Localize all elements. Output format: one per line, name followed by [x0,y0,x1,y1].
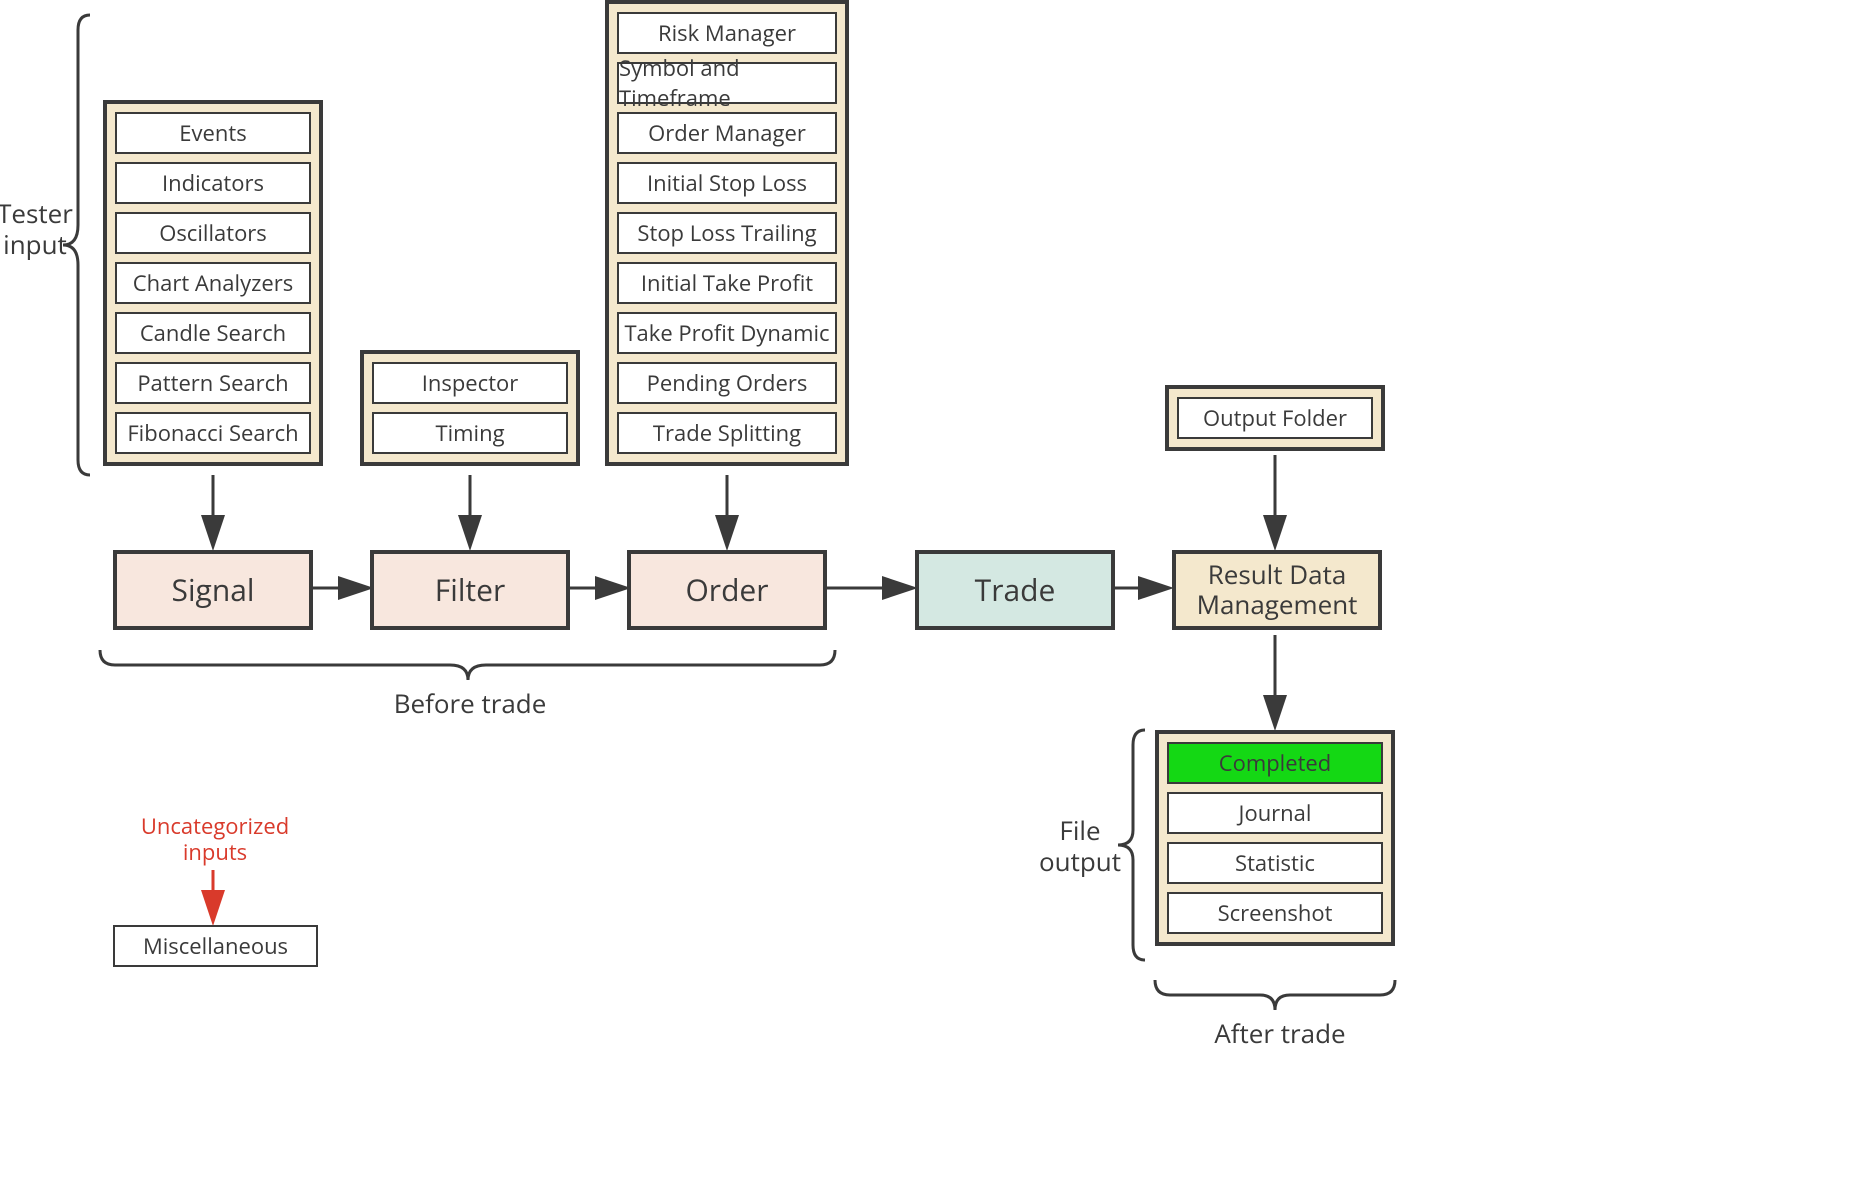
trade-node: Trade [915,550,1115,630]
signal-item: Fibonacci Search [115,412,311,454]
signal-item: Oscillators [115,212,311,254]
order-item: Risk Manager [617,12,837,54]
filter-item: Inspector [372,362,568,404]
order-item: Symbol and Timeframe [617,62,837,104]
signal-item: Pattern Search [115,362,311,404]
file-output-item: Statistic [1167,842,1383,884]
file-output-item: Journal [1167,792,1383,834]
uncategorized-inputs-label: Uncategorized inputs [125,813,305,866]
result-input-group: Output Folder [1165,385,1385,451]
order-item: Initial Stop Loss [617,162,837,204]
filter-node: Filter [370,550,570,630]
result-input-item: Output Folder [1177,397,1373,439]
miscellaneous-box: Miscellaneous [113,925,318,967]
signal-node: Signal [113,550,313,630]
file-output-item: Screenshot [1167,892,1383,934]
filter-item: Timing [372,412,568,454]
signal-item: Events [115,112,311,154]
order-item: Order Manager [617,112,837,154]
tester-input-label: Tester input [0,198,80,260]
filter-inputs-group: Inspector Timing [360,350,580,466]
order-item: Pending Orders [617,362,837,404]
order-item: Stop Loss Trailing [617,212,837,254]
signal-inputs-group: Events Indicators Oscillators Chart Anal… [103,100,323,466]
order-item: Trade Splitting [617,412,837,454]
signal-item: Chart Analyzers [115,262,311,304]
order-node: Order [627,550,827,630]
signal-item: Candle Search [115,312,311,354]
order-item: Take Profit Dynamic [617,312,837,354]
after-trade-label: After trade [1200,1018,1360,1049]
order-inputs-group: Risk Manager Symbol and Timeframe Order … [605,0,849,466]
before-trade-label: Before trade [380,688,560,719]
file-output-group: Completed Journal Statistic Screenshot [1155,730,1395,946]
signal-item: Indicators [115,162,311,204]
file-output-item-completed: Completed [1167,742,1383,784]
file-output-label: File output [1035,815,1125,877]
result-node: Result Data Management [1172,550,1382,630]
order-item: Initial Take Profit [617,262,837,304]
